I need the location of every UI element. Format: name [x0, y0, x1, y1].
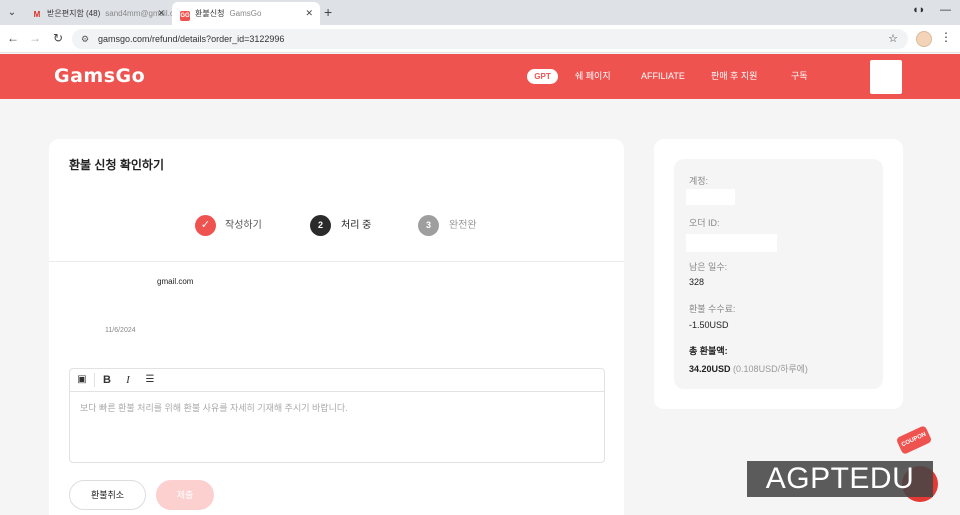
fee-label: 환불 수수료: [689, 304, 736, 314]
submit-button[interactable]: 제출 [156, 480, 214, 510]
order-id-label: 오더 ID: [689, 218, 720, 228]
minimize-icon[interactable]: — [940, 4, 951, 16]
user-menu-box[interactable] [870, 60, 902, 94]
progress-steps: ✓ 작성하기 2 처리 중 3 완전완 [49, 215, 624, 237]
reload-icon[interactable]: ↻ [51, 31, 65, 45]
editor-toolbar: ▣ B I ☰ [70, 369, 604, 392]
page-title: 환불 신청 확인하기 [69, 158, 164, 172]
site-info-icon[interactable]: ⚙ [81, 29, 89, 49]
account-value-redacted [686, 189, 735, 205]
browser-tab-strip: ⌄ M받은편지함 (48)sand4mm@gmail.com ✕ GG환불신청G… [0, 0, 960, 25]
nav-gpt-button[interactable]: GPT [527, 69, 558, 84]
refund-summary: 계정: 오더 ID: 남은 일수: 328 환불 수수료: -1.50USD 총… [674, 159, 883, 389]
tab-search-icon[interactable]: ⌄ [4, 5, 20, 21]
forward-icon[interactable]: → [28, 31, 42, 45]
account-label: 계정: [689, 176, 709, 186]
nav-item-subscription[interactable]: 구독 [791, 69, 808, 84]
ordered-list-icon[interactable]: ☰ [142, 373, 158, 387]
cancel-refund-button[interactable]: 환불취소 [69, 480, 146, 510]
tab-title: 환불신청 [195, 9, 225, 18]
back-icon[interactable]: ← [6, 31, 20, 45]
total-label: 총 환불액: [689, 346, 728, 356]
close-tab-icon[interactable]: ✕ [305, 2, 313, 25]
browser-tab-gmail[interactable]: M받은편지함 (48)sand4mm@gmail.com ✕ [24, 2, 172, 25]
step-label-complete: 완전완 [449, 220, 477, 231]
close-tab-icon[interactable]: ✕ [157, 2, 165, 25]
tab-title: 받은편지함 (48) [47, 9, 101, 18]
watermark: AGPTEDU [747, 461, 933, 497]
request-date: 11/6/2024 [105, 327, 136, 334]
gamsgo-logo[interactable]: GamsGo [54, 65, 145, 87]
fee-value: -1.50USD [689, 320, 729, 330]
step-label-processing: 처리 중 [341, 220, 372, 231]
bold-icon[interactable]: B [100, 373, 114, 387]
italic-icon[interactable]: I [121, 373, 135, 387]
gmail-icon: M [33, 10, 41, 19]
bookmark-star-icon[interactable]: ☆ [888, 29, 898, 49]
total-note: (0.108USD/하루에) [733, 364, 808, 374]
tab-subtitle: GamsGo [229, 9, 262, 18]
editor-placeholder: 보다 빠른 환불 처리를 위해 환불 사유를 자세히 기재해 주시기 바랍니다. [80, 403, 348, 413]
summary-card: 계정: 오더 ID: 남은 일수: 328 환불 수수료: -1.50USD 총… [654, 139, 903, 409]
profile-avatar[interactable] [916, 31, 932, 47]
nav-item-support[interactable]: 판매 후 지원 [711, 69, 757, 84]
image-icon[interactable]: ▣ [70, 373, 95, 387]
refund-card: 환불 신청 확인하기 ✓ 작성하기 2 처리 중 3 완전완 gmail.com… [49, 139, 624, 515]
url-text: gamsgo.com/refund/details?order_id=31229… [98, 34, 285, 44]
browser-tab-gamsgo[interactable]: GG 환불신청 GamsGo ✕ [172, 2, 320, 25]
days-left-value: 328 [689, 277, 705, 287]
browser-toolbar: ← → ↻ ⚙ gamsgo.com/refund/details?order_… [0, 25, 960, 53]
message-editor[interactable]: ▣ B I ☰ 보다 빠른 환불 처리를 위해 환불 사유를 자세히 기재해 주… [69, 368, 605, 463]
site-header: GamsGo GPT 쉐 페이지 AFFILIATE 판매 후 지원 구독 [0, 54, 960, 99]
divider [49, 261, 624, 262]
step-number-2: 2 [310, 215, 331, 236]
nav-item-home[interactable]: 쉐 페이지 [575, 69, 611, 84]
coupon-badge[interactable]: COUPON [895, 425, 933, 455]
user-email: gmail.com [157, 277, 194, 286]
order-id-value-redacted [686, 234, 777, 252]
extension-icon[interactable]: ◖◗ [912, 4, 925, 16]
days-left-label: 남은 일수: [689, 262, 728, 272]
gamsgo-favicon-icon: GG [180, 11, 190, 21]
step-number-3: 3 [418, 215, 439, 236]
address-bar[interactable]: ⚙ gamsgo.com/refund/details?order_id=312… [72, 29, 908, 49]
step-done-check-icon: ✓ [195, 215, 216, 236]
browser-menu-icon[interactable]: ⋮ [940, 30, 952, 44]
step-label-write: 작성하기 [225, 220, 262, 231]
total-value: 34.20USD [689, 364, 731, 374]
nav-item-affiliate[interactable]: AFFILIATE [641, 69, 685, 84]
new-tab-icon[interactable]: + [324, 4, 332, 20]
